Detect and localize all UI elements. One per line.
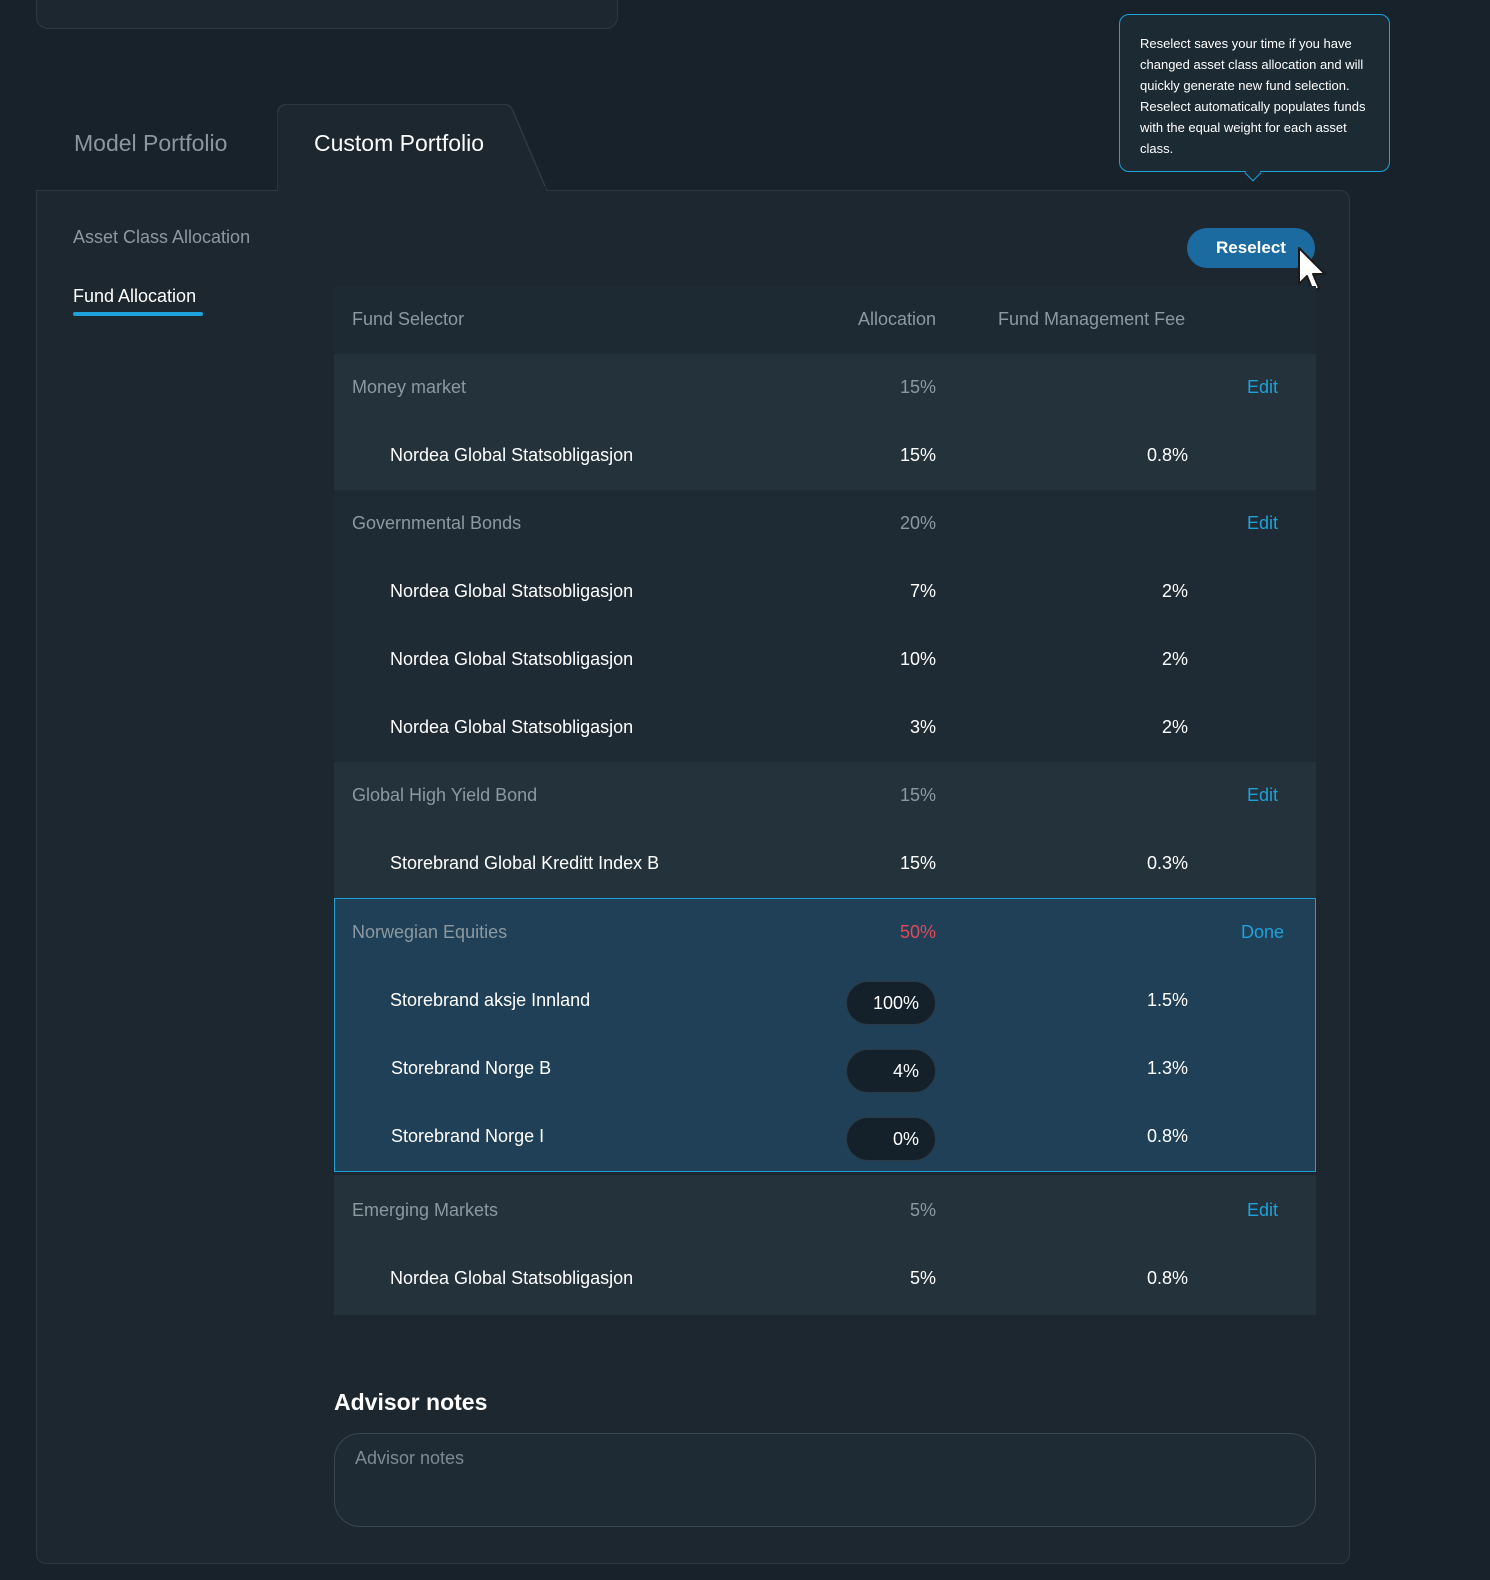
fund-allocation: 10%: [899, 649, 936, 669]
fund-row: Nordea Global Statsobligasjon 7% 2%: [334, 558, 1316, 626]
group-allocation: 15%: [899, 377, 936, 397]
tab-model-portfolio[interactable]: Model Portfolio: [74, 130, 227, 157]
group-row: Money market 15% Edit: [334, 354, 1316, 422]
fund-name: Storebrand Norge I: [391, 1126, 545, 1146]
edit-button[interactable]: Edit: [1247, 377, 1278, 398]
group-row: Emerging Markets 5% Edit: [334, 1177, 1316, 1245]
fund-fee: 0.3%: [1146, 853, 1188, 873]
tooltip-text: Reselect saves your time if you have cha…: [1140, 36, 1366, 156]
group-name: Global High Yield Bond: [352, 785, 538, 805]
tab-custom-portfolio[interactable]: Custom Portfolio: [277, 104, 548, 194]
group-allocation: 20%: [899, 513, 936, 533]
group-name: Norwegian Equities: [352, 922, 508, 942]
group-allocation: 50%: [899, 922, 936, 942]
reselect-button[interactable]: Reselect: [1187, 228, 1315, 268]
sidebar-item-asset-class-allocation[interactable]: Asset Class Allocation: [73, 227, 250, 248]
header-allocation: Allocation: [857, 309, 936, 329]
group-row: Global High Yield Bond 15% Edit: [334, 762, 1316, 830]
advisor-notes-placeholder: Advisor notes: [355, 1448, 465, 1468]
fund-row: Storebrand aksje Innland 100% 1.5%: [335, 967, 1315, 1035]
fund-allocation: 15%: [899, 445, 936, 465]
fund-fee: 2%: [1161, 649, 1188, 669]
asset-group-money-market: Money market 15% Edit Nordea Global Stat…: [334, 354, 1316, 490]
fund-fee: 1.5%: [1146, 990, 1188, 1010]
group-row: Norwegian Equities 50% Done: [335, 899, 1315, 967]
fund-row: Nordea Global Statsobligasjon 10% 2%: [334, 626, 1316, 694]
edit-button[interactable]: Edit: [1247, 513, 1278, 534]
asset-group-governmental-bonds: Governmental Bonds 20% Edit Nordea Globa…: [334, 490, 1316, 762]
group-allocation: 15%: [899, 785, 936, 805]
fund-allocation: 5%: [909, 1268, 936, 1288]
advisor-notes-input[interactable]: Advisor notes: [334, 1433, 1316, 1527]
asset-group-global-high-yield-bond: Global High Yield Bond 15% Edit Storebra…: [334, 762, 1316, 898]
table-header: Fund Selector Allocation Fund Management…: [334, 286, 1316, 354]
fund-name: Storebrand Global Kreditt Index B: [390, 853, 660, 873]
reselect-tooltip: Reselect saves your time if you have cha…: [1119, 14, 1390, 172]
fund-name: Nordea Global Statsobligasjon: [390, 581, 634, 601]
fund-row: Storebrand Norge I 0% 0.8%: [335, 1103, 1315, 1171]
fund-name: Nordea Global Statsobligasjon: [390, 445, 634, 465]
done-button[interactable]: Done: [1241, 922, 1284, 943]
fund-name: Nordea Global Statsobligasjon: [390, 717, 634, 737]
edit-button[interactable]: Edit: [1247, 785, 1278, 806]
header-fee: Fund Management Fee: [998, 309, 1186, 329]
fund-name: Storebrand aksje Innland: [390, 990, 591, 1010]
fund-fee: 2%: [1161, 717, 1188, 737]
fund-name: Nordea Global Statsobligasjon: [390, 649, 634, 669]
header-fund-selector: Fund Selector: [352, 309, 465, 329]
top-card: [36, 0, 618, 29]
fund-row: Storebrand Global Kreditt Index B 15% 0.…: [334, 830, 1316, 898]
fund-allocation: 15%: [899, 853, 936, 873]
fund-name: Nordea Global Statsobligasjon: [390, 1268, 634, 1288]
active-indicator: [73, 312, 203, 316]
fund-fee: 0.8%: [1146, 445, 1188, 465]
group-row: Governmental Bonds 20% Edit: [334, 490, 1316, 558]
fund-row: Nordea Global Statsobligasjon 15% 0.8%: [334, 422, 1316, 490]
allocation-input[interactable]: 4%: [846, 1049, 936, 1093]
fund-row: Storebrand Norge B 4% 1.3%: [335, 1035, 1315, 1103]
fund-allocation: 7%: [909, 581, 936, 601]
tab-custom-portfolio-label: Custom Portfolio: [314, 130, 485, 156]
sidebar-item-fund-allocation[interactable]: Fund Allocation: [73, 286, 196, 307]
asset-group-norwegian-equities: Norwegian Equities 50% Done Storebrand a…: [334, 898, 1316, 1172]
fund-fee: 0.8%: [1146, 1268, 1188, 1288]
fund-allocation: 3%: [909, 717, 936, 737]
fund-fee: 1.3%: [1146, 1058, 1188, 1078]
advisor-notes-title: Advisor notes: [334, 1389, 488, 1415]
allocation-input[interactable]: 100%: [846, 981, 936, 1025]
fund-row: Nordea Global Statsobligasjon 3% 2%: [334, 694, 1316, 762]
group-name: Money market: [352, 377, 467, 397]
asset-group-emerging-markets: Emerging Markets 5% Edit Nordea Global S…: [334, 1175, 1316, 1315]
allocation-input[interactable]: 0%: [846, 1117, 936, 1161]
group-allocation: 5%: [909, 1200, 936, 1220]
group-name: Emerging Markets: [352, 1200, 499, 1220]
group-name: Governmental Bonds: [352, 513, 522, 533]
fund-fee: 2%: [1161, 581, 1188, 601]
edit-button[interactable]: Edit: [1247, 1200, 1278, 1221]
fund-fee: 0.8%: [1146, 1126, 1188, 1146]
fund-name: Storebrand Norge B: [391, 1058, 552, 1078]
fund-row: Nordea Global Statsobligasjon 5% 0.8%: [334, 1245, 1316, 1313]
tab-join: [278, 186, 546, 194]
